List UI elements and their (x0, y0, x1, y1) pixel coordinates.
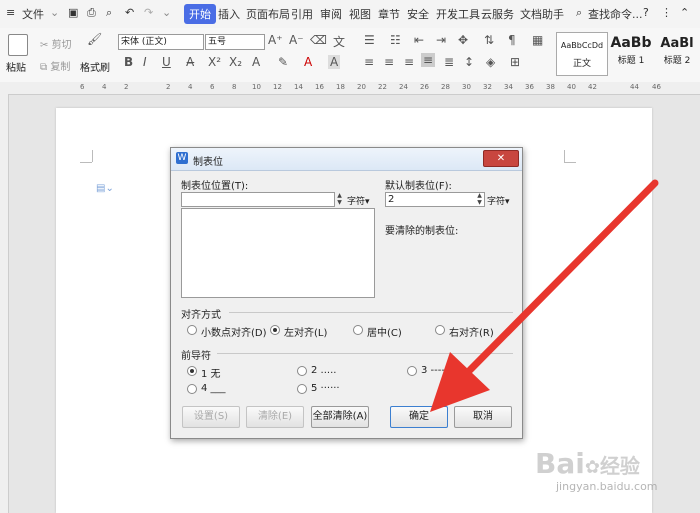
watermark-text: 经验 (599, 454, 640, 478)
annotation-arrow-icon (430, 179, 659, 412)
paw-icon: ✿ (584, 457, 600, 478)
watermark-text: Bai (535, 447, 585, 480)
baidu-watermark: Bai✿经验 (535, 447, 640, 480)
watermark-url: jingyan.baidu.com (556, 480, 658, 493)
